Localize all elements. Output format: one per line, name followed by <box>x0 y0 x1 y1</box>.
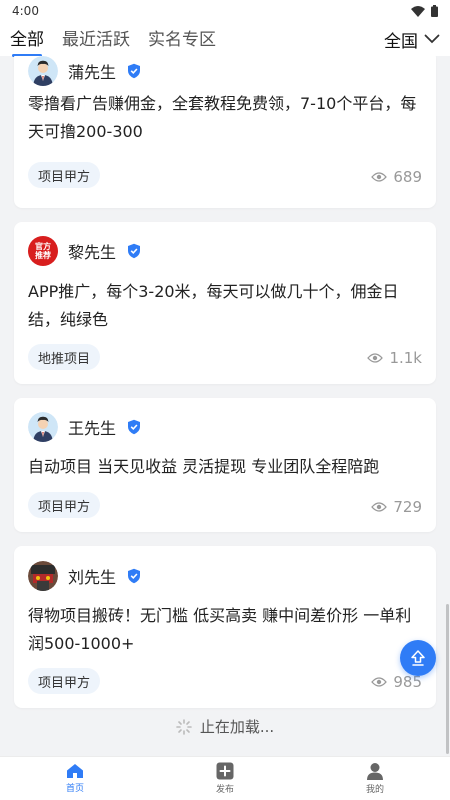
nav-label: 我的 <box>365 785 384 795</box>
chevron-down-icon <box>424 34 440 44</box>
tab-recently-active[interactable]: 最近活跃 <box>62 25 130 54</box>
tab-verified-zone[interactable]: 实名专区 <box>148 25 216 54</box>
avatar-text: 推荐 <box>35 251 51 260</box>
region-label: 全国 <box>384 31 418 52</box>
avatar[interactable] <box>28 561 58 591</box>
view-count: 689 <box>371 168 422 186</box>
post-card[interactable]: 蒲先生 零撸看广告赚佣金，全套教程免费领，7-10个平台，每天可撸200-300… <box>14 56 436 208</box>
author-name[interactable]: 黎先生 <box>68 239 116 263</box>
author-name[interactable]: 王先生 <box>68 415 116 439</box>
verified-badge-icon <box>128 243 141 259</box>
eye-icon <box>371 502 388 512</box>
verified-badge-icon <box>128 568 141 584</box>
verified-badge-icon <box>128 419 141 435</box>
post-tag[interactable]: 项目甲方 <box>28 492 101 518</box>
loading-indicator: 止在加载... <box>0 716 450 737</box>
post-text[interactable]: 得物项目搬砖！无门槛 低买高卖 赚中间差价形 一单利润500-1000+ <box>28 602 418 658</box>
home-icon <box>67 764 83 778</box>
view-count-value: 689 <box>393 168 422 186</box>
post-header: 蒲先生 <box>28 56 142 88</box>
post-card[interactable]: 刘先生 得物项目搬砖！无门槛 低买高卖 赚中间差价形 一单利润500-1000+… <box>14 546 436 708</box>
author-name[interactable]: 蒲先生 <box>68 59 116 83</box>
post-card[interactable]: 官方 推荐 黎先生 APP推广，每个3-20米，每天可以做几十个，佣金日结，纯绿… <box>14 222 436 384</box>
user-icon <box>367 763 383 780</box>
nav-profile[interactable]: 我的 <box>300 757 450 800</box>
post-text[interactable]: 零撸看广告赚佣金，全套教程免费领，7-10个平台，每天可撸200-300 <box>28 90 418 146</box>
region-selector[interactable]: 全国 <box>384 27 440 52</box>
upload-arrow-icon <box>411 650 425 666</box>
post-card[interactable]: 王先生 自动项目 当天见收益 灵活提现 专业团队全程陪跑 项目甲方 729 <box>14 398 436 532</box>
post-tag[interactable]: 项目甲方 <box>28 668 101 694</box>
post-text[interactable]: APP推广，每个3-20米，每天可以做几十个，佣金日结，纯绿色 <box>28 278 418 334</box>
avatar[interactable] <box>28 412 58 442</box>
post-tag[interactable]: 地推项目 <box>28 344 101 370</box>
view-count-value: 729 <box>393 498 422 516</box>
post-header: 官方 推荐 黎先生 <box>28 234 142 268</box>
nav-publish[interactable]: 发布 <box>150 757 300 800</box>
post-header: 王先生 <box>28 410 142 444</box>
post-feed[interactable]: 蒲先生 零撸看广告赚佣金，全套教程免费领，7-10个平台，每天可撸200-300… <box>0 56 450 756</box>
post-text[interactable]: 自动项目 当天见收益 灵活提现 专业团队全程陪跑 <box>28 453 418 481</box>
status-icons <box>411 5 438 17</box>
avatar-text: 官方 <box>35 242 51 251</box>
eye-icon <box>367 353 384 363</box>
wifi-icon <box>411 5 425 17</box>
view-count: 729 <box>371 498 422 516</box>
add-icon <box>216 762 234 780</box>
tab-all[interactable]: 全部 <box>10 25 44 57</box>
nav-label: 发布 <box>215 785 234 795</box>
eye-icon <box>371 677 388 687</box>
post-header: 刘先生 <box>28 559 142 593</box>
view-count: 1.1k <box>367 349 422 367</box>
back-to-top-button[interactable] <box>400 640 436 676</box>
nav-label: 首页 <box>65 784 84 794</box>
view-count-value: 1.1k <box>389 349 422 367</box>
avatar[interactable] <box>28 56 58 86</box>
author-name[interactable]: 刘先生 <box>68 564 116 588</box>
avatar[interactable]: 官方 推荐 <box>28 236 58 266</box>
status-bar: 4:00 <box>0 0 450 22</box>
filter-tabs: 全部 最近活跃 实名专区 全国 <box>0 22 450 57</box>
scrollbar[interactable] <box>446 604 449 754</box>
post-tag[interactable]: 项目甲方 <box>28 162 101 188</box>
bottom-nav: 首页 发布 我的 <box>0 756 450 800</box>
spinner-icon <box>176 718 192 735</box>
eye-icon <box>371 172 388 182</box>
verified-badge-icon <box>128 63 141 79</box>
battery-icon <box>431 5 438 17</box>
nav-home[interactable]: 首页 <box>0 757 150 800</box>
status-time: 4:00 <box>12 4 39 18</box>
loading-text: 止在加载... <box>199 718 275 736</box>
